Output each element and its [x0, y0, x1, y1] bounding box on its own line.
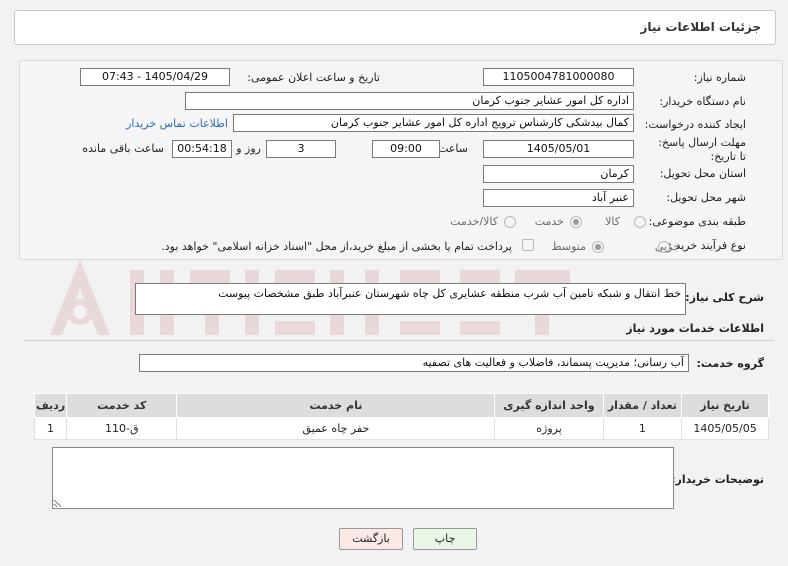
buyer-contact-link[interactable]: اطلاعات تماس خریدار — [126, 116, 228, 132]
service-group-label: گروه خدمت: — [696, 357, 764, 370]
deadline-date-field: 1405/05/01 — [483, 140, 634, 158]
requester-label: ایجاد کننده درخواست: — [644, 118, 746, 131]
buyer-notes-label: توضیحات خریدار: — [671, 473, 764, 486]
requester-field: کمال بیدشکی کارشناس ترویج اداره کل امور … — [233, 114, 634, 132]
need-number-field: 1105004781000080 — [483, 68, 634, 86]
buyer-notes-textarea[interactable] — [52, 447, 674, 509]
province-field: کرمان — [483, 165, 634, 183]
deadline-time-label: ساعت — [438, 142, 468, 155]
col-service-code: کد خدمت — [66, 393, 178, 418]
category-option-goods: کالا — [605, 215, 620, 228]
services-divider — [24, 340, 774, 341]
table-header-row: تاریخ نیاز تعداد / مقدار واحد اندازه گیر… — [33, 393, 769, 418]
process-option-medium: متوسط — [551, 240, 586, 253]
city-label: شهر محل تحویل: — [666, 191, 746, 204]
services-table: تاریخ نیاز تعداد / مقدار واحد اندازه گیر… — [33, 393, 769, 440]
page-title: جزئیات اطلاعات نیاز — [640, 20, 761, 34]
service-group-field: آب رسانی؛ مدیریت پسماند، فاضلاب و فعالیت… — [139, 354, 689, 372]
province-label: استان محل تحویل: — [659, 167, 746, 180]
process-option-minor: جزیی — [654, 240, 680, 253]
category-option-service: خدمت — [534, 215, 564, 228]
treasury-payment-note: پرداخت تمام یا بخشی از مبلغ خرید،از محل … — [161, 240, 512, 253]
header-panel: جزئیات اطلاعات نیاز — [14, 10, 776, 45]
services-section-title: اطلاعات خدمات مورد نیاز — [626, 322, 764, 335]
col-row-number: ردیف — [33, 393, 68, 418]
category-option-goods-service: کالا/خدمت — [450, 215, 498, 228]
cell-service-code: ق-110 — [66, 417, 178, 440]
description-field: خط انتقال و شبکه تامین آب شرب منطقه عشای… — [135, 283, 686, 315]
need-number-label: شماره نیاز: — [693, 71, 746, 84]
back-button[interactable]: بازگشت — [339, 528, 403, 550]
announce-label: تاریخ و ساعت اعلان عمومی: — [247, 71, 380, 84]
remaining-days-label: روز و — [236, 142, 261, 155]
buyer-org-label: نام دستگاه خریدار: — [659, 95, 746, 108]
cell-unit: پروژه — [494, 417, 604, 440]
remaining-time-field: 00:54:18 — [172, 140, 232, 158]
description-label: شرح کلی نیاز: — [685, 291, 764, 304]
deadline-time-field: 09:00 — [372, 140, 440, 158]
col-unit: واحد اندازه گیری — [494, 393, 604, 418]
category-radio-goods-service[interactable] — [504, 216, 516, 228]
table-row: 1405/05/05 1 پروژه حفر چاه عمیق ق-110 1 — [33, 417, 769, 440]
print-button[interactable]: چاپ — [413, 528, 477, 550]
col-quantity: تعداد / مقدار — [602, 393, 683, 418]
cell-need-date: 1405/05/05 — [681, 417, 769, 440]
buyer-org-field: اداره کل امور عشایر جنوب کرمان — [185, 92, 634, 110]
cell-quantity: 1 — [602, 417, 683, 440]
category-label: طبقه بندی موضوعی: — [648, 215, 746, 228]
city-field: عنبر آباد — [483, 189, 634, 207]
cell-row-number: 1 — [33, 417, 68, 440]
process-radio-medium[interactable] — [592, 241, 604, 253]
col-need-date: تاریخ نیاز — [681, 393, 769, 418]
col-service-name: نام خدمت — [176, 393, 496, 418]
category-radio-service[interactable] — [570, 216, 582, 228]
treasury-payment-checkbox[interactable] — [522, 239, 534, 251]
remaining-time-label: ساعت باقی مانده — [82, 142, 164, 155]
announce-field: 1405/04/29 - 07:43 — [80, 68, 230, 86]
remaining-days-field: 3 — [266, 140, 336, 158]
category-radio-goods[interactable] — [634, 216, 646, 228]
deadline-label: مهلت ارسال پاسخ: تا تاریخ: — [658, 136, 746, 163]
cell-service-name: حفر چاه عمیق — [176, 417, 496, 440]
